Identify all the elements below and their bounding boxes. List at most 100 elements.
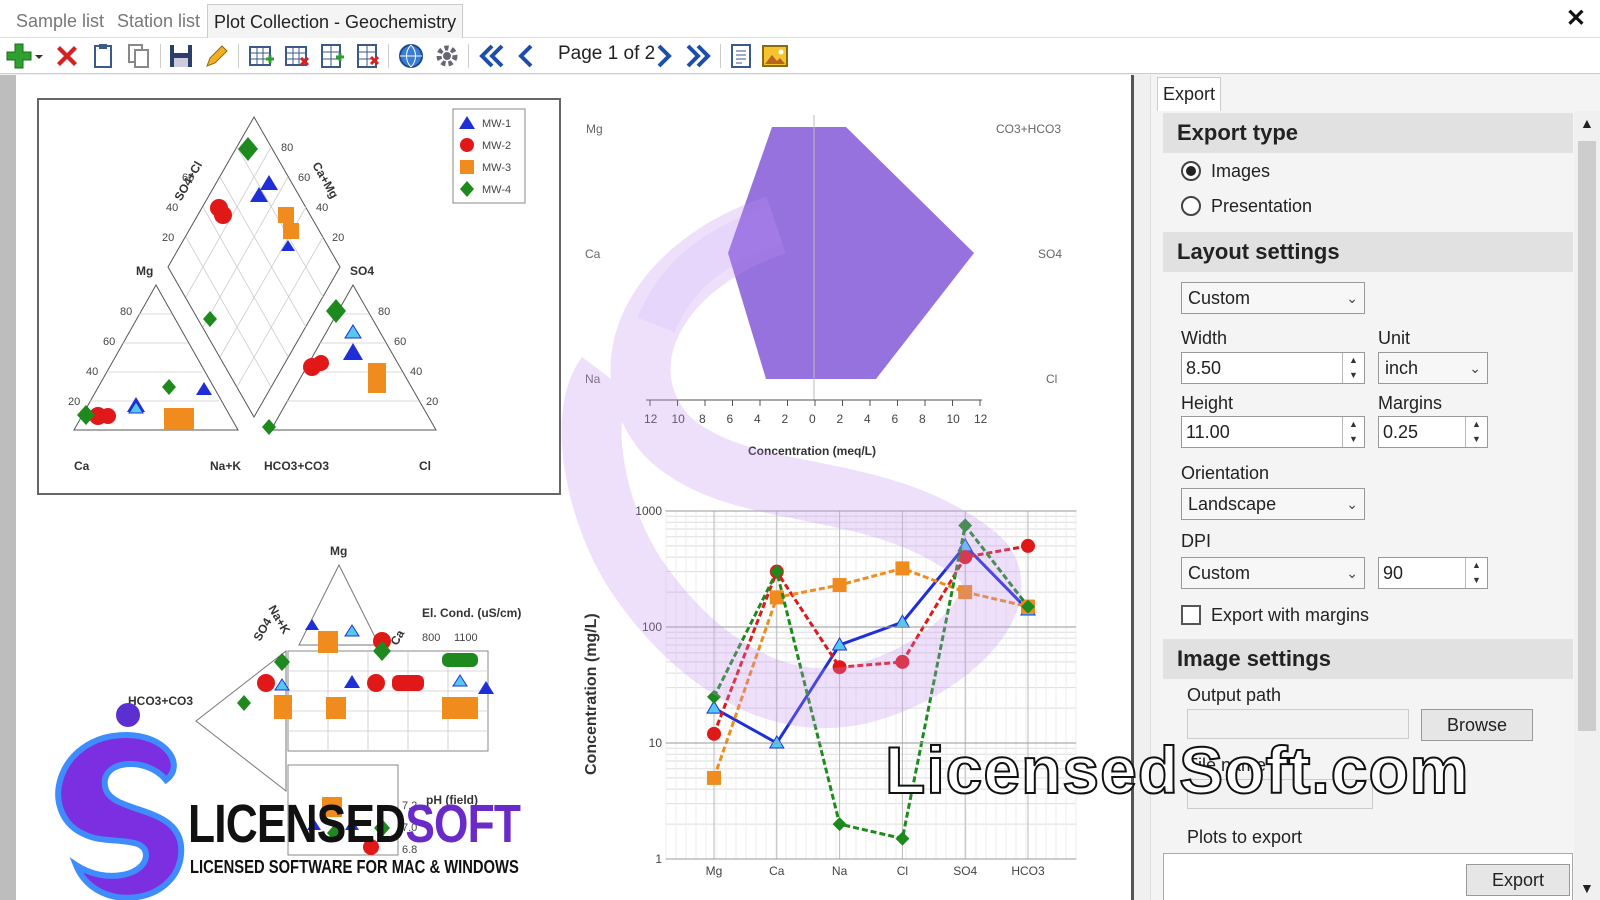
spinner-arrows-icon[interactable]: ▲ ▼ bbox=[1342, 353, 1364, 383]
piper-tick: 20 bbox=[68, 396, 80, 408]
scroll-thumb[interactable] bbox=[1578, 141, 1596, 731]
globe-icon[interactable] bbox=[396, 41, 426, 71]
add-row-icon[interactable] bbox=[316, 41, 346, 71]
next-page-icon[interactable] bbox=[648, 41, 678, 71]
width-label: Width bbox=[1181, 328, 1228, 348]
durov-point-mw3 bbox=[442, 697, 478, 719]
legend-marker-mw2 bbox=[460, 138, 474, 152]
unit-value: inch bbox=[1385, 358, 1419, 378]
panel-scrollbar[interactable]: ▲ ▼ bbox=[1574, 111, 1600, 900]
dpi-mode-value: Custom bbox=[1188, 563, 1251, 583]
piper-tick: 20 bbox=[426, 396, 438, 408]
dropdown-arrow-icon[interactable] bbox=[32, 41, 46, 71]
piper-legend: MW-1 MW-2 MW-3 MW-4 bbox=[452, 108, 526, 204]
edit-icon[interactable] bbox=[202, 41, 232, 71]
piper-tick: 40 bbox=[166, 202, 178, 214]
settings-icon[interactable] bbox=[432, 41, 462, 71]
durov-label-mg: Mg bbox=[330, 544, 347, 558]
scroll-down-icon[interactable]: ▼ bbox=[1580, 880, 1594, 896]
previous-page-icon[interactable] bbox=[512, 41, 542, 71]
piper-label-ca: Ca bbox=[74, 459, 90, 473]
first-page-icon[interactable] bbox=[476, 41, 506, 71]
scroll-up-icon[interactable]: ▲ bbox=[1580, 115, 1594, 131]
add-plot-icon[interactable] bbox=[246, 41, 276, 71]
legend-marker-mw3 bbox=[460, 160, 474, 174]
margins-value: 0.25 bbox=[1383, 422, 1419, 442]
piper-point-mw2 bbox=[214, 206, 232, 224]
schoeller-x-tick: Na bbox=[832, 864, 848, 878]
durov-point-mw4 bbox=[237, 695, 251, 711]
schoeller-point-mw-4 bbox=[895, 831, 910, 846]
chevron-down-icon: ⌄ bbox=[1346, 565, 1358, 581]
stiff-tick-label: 8 bbox=[699, 412, 706, 426]
schoeller-point-mw-2 bbox=[1021, 538, 1035, 553]
schoeller-y-label: Concentration (mg/L) bbox=[583, 613, 600, 775]
spinner-arrows-icon[interactable]: ▲ ▼ bbox=[1342, 417, 1364, 447]
close-icon[interactable]: ✕ bbox=[1566, 4, 1586, 33]
durov-left-triangle bbox=[195, 649, 287, 793]
height-spinner[interactable]: 11.00 ▲ ▼ bbox=[1181, 416, 1365, 448]
width-spinner[interactable]: 8.50 ▲ ▼ bbox=[1181, 352, 1365, 384]
report-icon[interactable] bbox=[726, 41, 756, 71]
piper-label-so4: SO4 bbox=[350, 264, 374, 278]
unit-select[interactable]: inch ⌄ bbox=[1378, 352, 1488, 384]
orientation-select[interactable]: Landscape ⌄ bbox=[1181, 488, 1365, 520]
durov-top-triangle bbox=[298, 563, 380, 646]
delete-icon[interactable] bbox=[52, 41, 82, 71]
radio-images[interactable] bbox=[1181, 161, 1201, 181]
image-icon[interactable] bbox=[760, 41, 790, 71]
logo-dot bbox=[116, 703, 140, 727]
dpi-select[interactable]: Custom ⌄ bbox=[1181, 557, 1365, 589]
spinner-arrows-icon[interactable]: ▲ ▼ bbox=[1465, 558, 1487, 588]
export-button[interactable]: Export bbox=[1466, 864, 1570, 896]
tab-station-list[interactable]: Station list bbox=[111, 4, 206, 38]
durov-point-mw1 bbox=[305, 619, 319, 630]
add-icon[interactable] bbox=[4, 41, 34, 71]
stiff-tick-label: 4 bbox=[754, 412, 761, 426]
stiff-label-ca: Ca bbox=[585, 247, 601, 261]
export-margins-label: Export with margins bbox=[1211, 605, 1370, 625]
schoeller-x-tick: HCO3 bbox=[1011, 864, 1045, 878]
toolbar: Page 1 of 2 bbox=[0, 38, 1600, 74]
schoeller-y-tick: 1 bbox=[655, 852, 662, 866]
durov-ec-tick: 1100 bbox=[454, 632, 478, 644]
plots-to-export-label: Plots to export bbox=[1187, 827, 1303, 847]
last-page-icon[interactable] bbox=[684, 41, 714, 71]
durov-label-nak: Na+K bbox=[265, 603, 293, 637]
tab-bar: Sample list Station list Plot Collection… bbox=[0, 0, 1600, 38]
durov-point-mw3 bbox=[326, 697, 346, 719]
piper-label-mg: Mg bbox=[136, 264, 153, 278]
clipboard-icon[interactable] bbox=[88, 41, 118, 71]
stiff-label-co3hco3: CO3+HCO3 bbox=[996, 122, 1061, 136]
layout-preset-select[interactable]: Custom ⌄ bbox=[1181, 282, 1365, 314]
tab-export[interactable]: Export bbox=[1157, 77, 1221, 111]
export-margins-checkbox[interactable] bbox=[1181, 605, 1201, 625]
copy-icon[interactable] bbox=[124, 41, 154, 71]
piper-tick: 20 bbox=[332, 232, 344, 244]
spinner-arrows-icon[interactable]: ▲ ▼ bbox=[1465, 417, 1487, 447]
durov-point-mw1 bbox=[344, 675, 360, 688]
schoeller-x-tick: SO4 bbox=[953, 864, 977, 878]
stiff-label-so4: SO4 bbox=[1038, 247, 1062, 261]
logo-wordmark: LICENSEDSOFT bbox=[188, 794, 521, 854]
durov-point-mw1 bbox=[452, 674, 468, 687]
durov-label-hco3: HCO3+CO3 bbox=[128, 694, 193, 708]
schoeller-x-tick: Ca bbox=[769, 864, 785, 878]
tab-plot-collection[interactable]: Plot Collection - Geochemistry bbox=[207, 4, 464, 38]
dpi-spinner[interactable]: 90 ▲ ▼ bbox=[1378, 557, 1488, 589]
tab-sample-list[interactable]: Sample list bbox=[10, 4, 110, 38]
height-label: Height bbox=[1181, 393, 1234, 413]
piper-point-mw2 bbox=[100, 408, 116, 424]
schoeller-x-tick: Cl bbox=[897, 864, 908, 878]
save-icon[interactable] bbox=[166, 41, 196, 71]
canvas-frame bbox=[0, 75, 16, 900]
durov-point-mw1 bbox=[344, 624, 360, 637]
remove-plot-icon[interactable] bbox=[282, 41, 312, 71]
radio-presentation[interactable] bbox=[1181, 196, 1201, 216]
schoeller-point-mw-4 bbox=[832, 817, 847, 832]
durov-label-so4: SO4 bbox=[250, 615, 274, 643]
margins-spinner[interactable]: 0.25 ▲ ▼ bbox=[1378, 416, 1488, 448]
schoeller-y-tick: 10 bbox=[649, 736, 663, 750]
plots-listbox[interactable]: Export bbox=[1163, 853, 1573, 900]
remove-row-icon[interactable] bbox=[352, 41, 382, 71]
